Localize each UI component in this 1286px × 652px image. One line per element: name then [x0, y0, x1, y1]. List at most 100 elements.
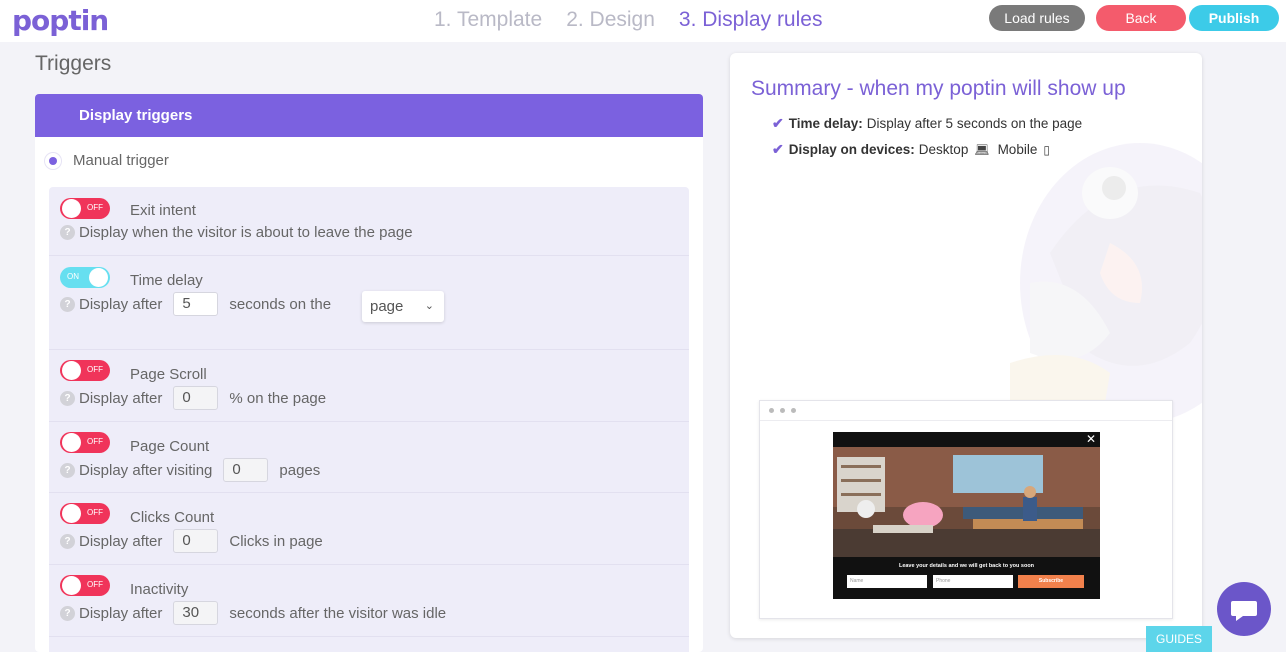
check-icon: ✔ [772, 115, 784, 131]
popup-headline: Leave your details and we will get back … [898, 563, 1035, 569]
toggle-state-label: OFF [87, 203, 103, 212]
chat-bubble-icon [1231, 601, 1257, 621]
step-design[interactable]: 2. Design [566, 8, 655, 32]
rule-suffix: seconds after the visitor was idle [229, 604, 447, 622]
clicks-count-toggle[interactable]: OFF [60, 503, 110, 524]
display-triggers-header[interactable]: Display triggers [35, 94, 703, 137]
rule-title: Page Count [130, 438, 210, 455]
rule-description: ? Display after 5 seconds on the [60, 292, 331, 316]
rule-prefix: Display after [79, 532, 163, 550]
rule-inactivity: OFF Inactivity ? Display after 30 second… [49, 565, 689, 637]
browser-dot-icon [780, 408, 785, 413]
preview-browser-window: ✕ Leave your details and we will get bac… [759, 400, 1173, 619]
summary-devices: ✔ Display on devices: Desktop 💻︎ Mobile … [772, 141, 1058, 158]
step-template[interactable]: 1. Template [434, 8, 542, 32]
toggle-state-label: ON [67, 272, 79, 281]
page-scroll-toggle[interactable]: OFF [60, 360, 110, 381]
toggle-state-label: OFF [87, 437, 103, 446]
chat-button[interactable] [1217, 582, 1271, 636]
rule-suffix: seconds on the [229, 295, 332, 313]
help-icon[interactable]: ? [60, 225, 75, 240]
popup-name-field[interactable]: Name [847, 575, 927, 588]
page-count-toggle[interactable]: OFF [60, 432, 110, 453]
help-icon[interactable]: ? [60, 605, 75, 621]
toggle-state-label: OFF [87, 365, 103, 374]
laptop-icon: 💻︎ [974, 142, 990, 157]
step-display-rules[interactable]: 3. Display rules [679, 8, 823, 32]
toggle-knob [62, 361, 81, 380]
browser-dot-icon [769, 408, 774, 413]
help-icon[interactable]: ? [60, 296, 75, 312]
rule-prefix: Display after [79, 389, 163, 407]
help-icon[interactable]: ? [60, 533, 75, 549]
summary-value: Display after 5 seconds on the page [866, 116, 1083, 131]
rule-prefix: Display after visiting [79, 461, 213, 479]
rule-title: Exit intent [130, 202, 196, 219]
publish-button[interactable]: Publish [1189, 5, 1279, 31]
top-bar: poptin 1. Template 2. Design 3. Display … [0, 0, 1286, 42]
rule-page-scroll: OFF Page Scroll ? Display after 0 % on t… [49, 350, 689, 422]
back-button[interactable]: Back [1096, 5, 1186, 31]
rule-page-count: OFF Page Count ? Display after visiting … [49, 422, 689, 493]
time-delay-scope-select[interactable]: page ⌄ [362, 291, 444, 322]
rule-time-delay: ON Time delay ? Display after 5 seconds … [49, 256, 689, 350]
check-icon: ✔ [772, 141, 784, 157]
display-triggers-panel: Display triggers Manual trigger OFF Exit… [35, 94, 703, 652]
page-count-input[interactable]: 0 [223, 458, 269, 482]
rule-description: ? Display after 0 Clicks in page [60, 529, 323, 553]
triggers-heading: Triggers [35, 52, 112, 75]
rule-clicks-count: OFF Clicks Count ? Display after 0 Click… [49, 493, 689, 565]
rule-prefix: Display after [79, 604, 163, 622]
rule-title: Clicks Count [130, 509, 215, 526]
popup-preview: ✕ Leave your details and we will get bac… [833, 432, 1100, 599]
toggle-knob [89, 268, 108, 287]
browser-bar [760, 401, 1172, 421]
rule-title: Inactivity [130, 581, 189, 598]
select-value: page [370, 298, 404, 315]
summary-label: Display on devices: [788, 142, 915, 157]
wizard-steps: 1. Template 2. Design 3. Display rules [434, 8, 822, 32]
clicks-count-input[interactable]: 0 [173, 529, 219, 553]
summary-label: Time delay: [788, 116, 863, 131]
popup-subscribe-button[interactable]: Subscribe [1018, 575, 1084, 588]
radio-dot-icon [49, 156, 57, 165]
mobile-phone-icon: ▯ [1043, 142, 1050, 157]
manual-trigger-label: Manual trigger [73, 152, 169, 169]
rule-desc-text: Display when the visitor is about to lea… [79, 224, 413, 241]
toggle-state-label: OFF [87, 580, 103, 589]
toggle-knob [62, 433, 81, 452]
load-rules-button[interactable]: Load rules [989, 5, 1085, 31]
poptin-logo[interactable]: poptin [12, 4, 109, 37]
rule-suffix: % on the page [229, 389, 327, 407]
popup-phone-field[interactable]: Phone [933, 575, 1013, 588]
mobile-label: Mobile [997, 142, 1038, 157]
browser-dot-icon [791, 408, 796, 413]
summary-title: Summary - when my poptin will show up [751, 77, 1126, 100]
help-icon[interactable]: ? [60, 462, 75, 478]
close-icon[interactable]: ✕ [1086, 432, 1096, 446]
help-icon[interactable]: ? [60, 390, 75, 406]
time-delay-input[interactable]: 5 [173, 292, 219, 316]
toggle-knob [62, 199, 81, 218]
chevron-down-icon: ⌄ [424, 300, 434, 312]
trigger-rules-list: OFF Exit intent ? Display when the visit… [49, 187, 689, 652]
rule-description: ? Display after visiting 0 pages [60, 458, 320, 482]
guides-button[interactable]: GUIDES [1146, 626, 1212, 652]
rule-prefix: Display after [79, 295, 163, 313]
toggle-state-label: OFF [87, 508, 103, 517]
rule-title: Page Scroll [130, 366, 207, 383]
manual-trigger-radio[interactable]: Manual trigger [49, 152, 169, 169]
exit-intent-toggle[interactable]: OFF [60, 198, 110, 219]
rule-title: Time delay [130, 272, 203, 289]
rule-description: ? Display when the visitor is about to l… [60, 224, 413, 241]
rule-suffix: pages [279, 461, 321, 479]
inactivity-input[interactable]: 30 [173, 601, 219, 625]
rule-suffix: Clicks in page [229, 532, 323, 550]
toggle-knob [62, 576, 81, 595]
time-delay-toggle[interactable]: ON [60, 267, 110, 288]
inactivity-toggle[interactable]: OFF [60, 575, 110, 596]
summary-panel: Summary - when my poptin will show up ✔ … [730, 53, 1202, 638]
office-scene-illustration [833, 447, 1100, 557]
rule-description: ? Display after 30 seconds after the vis… [60, 601, 446, 625]
page-scroll-input[interactable]: 0 [173, 386, 219, 410]
